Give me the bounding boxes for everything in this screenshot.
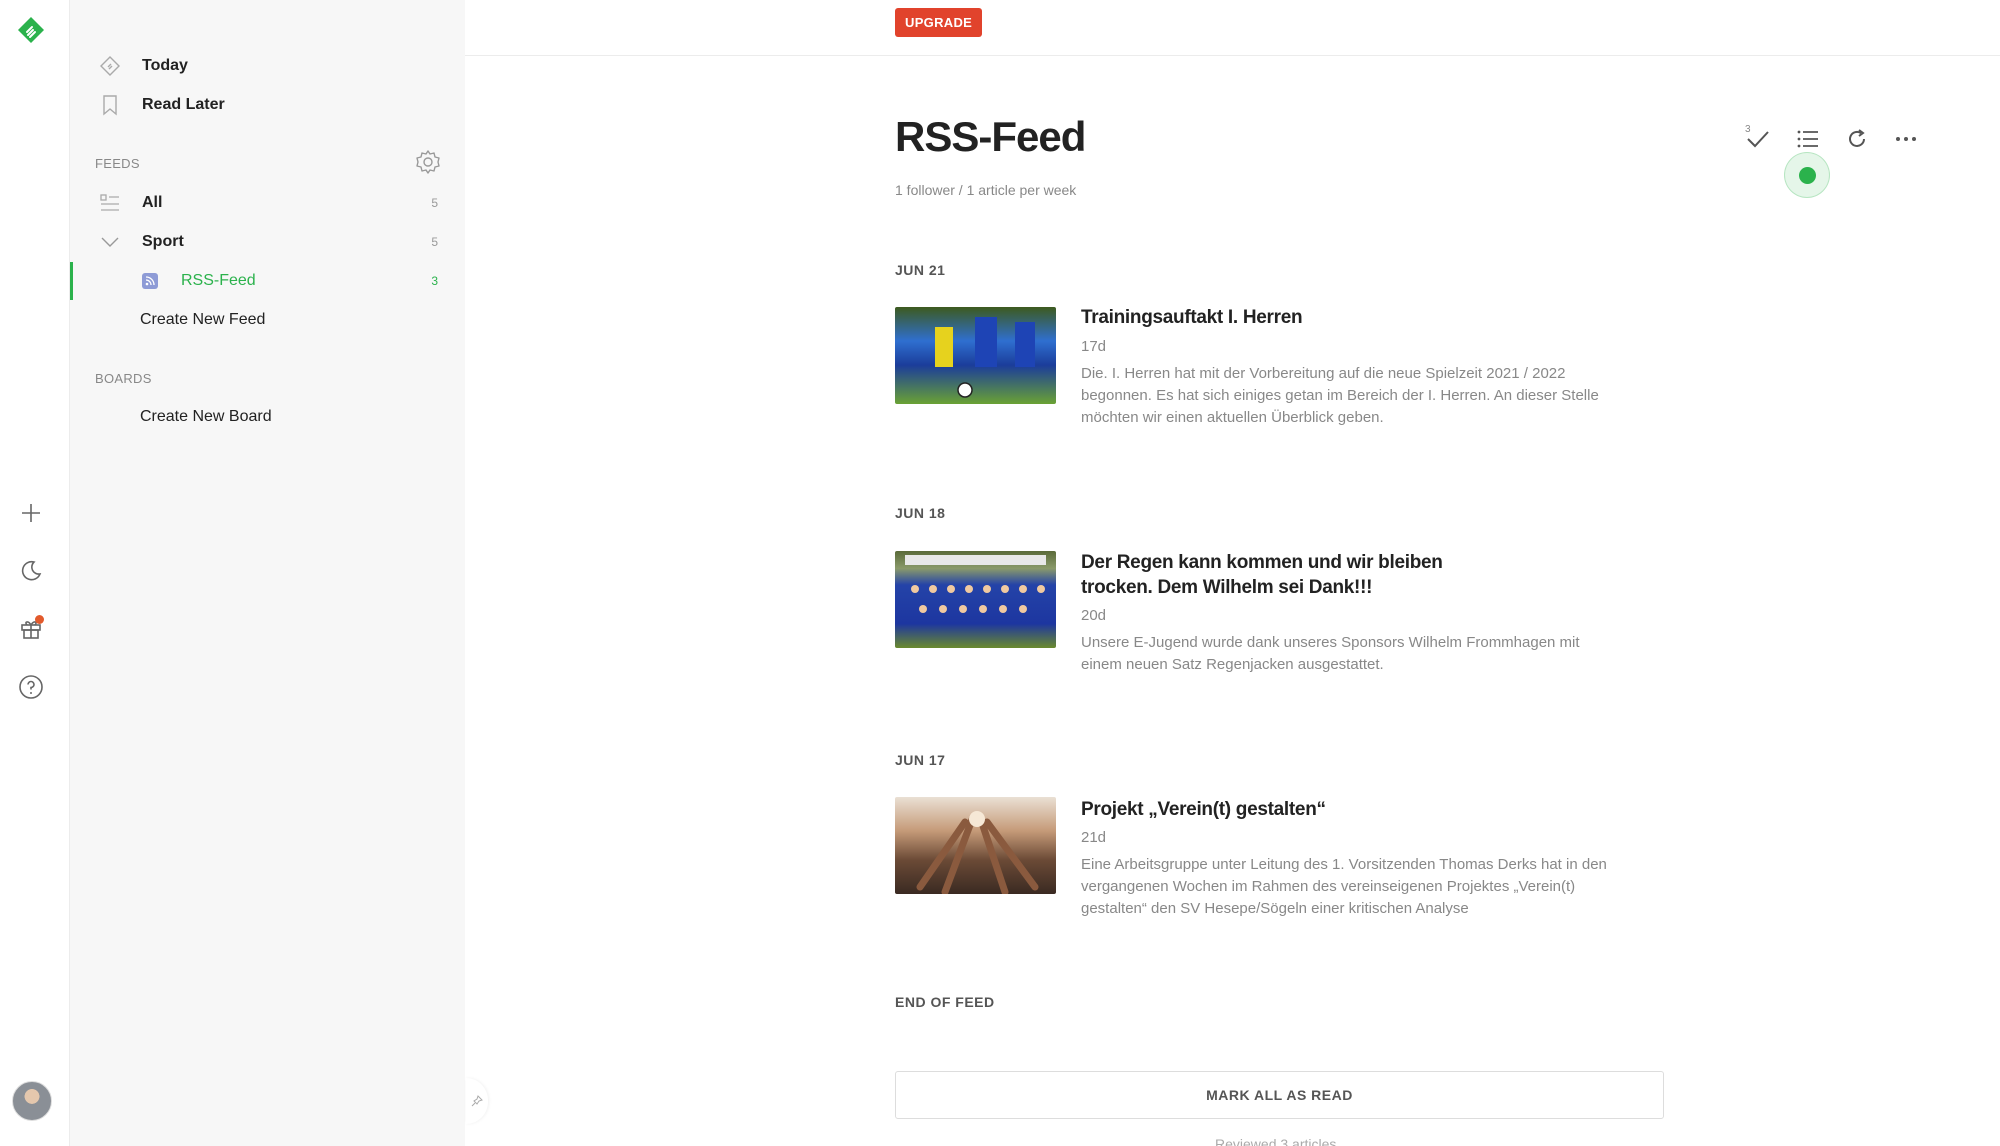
create-new-board-link[interactable]: Create New Board xyxy=(140,408,272,426)
article-summary: Die. I. Herren hat mit der Vorbereitung … xyxy=(1081,365,1599,426)
today-icon xyxy=(96,52,124,80)
moon-icon[interactable] xyxy=(15,555,47,587)
upgrade-button[interactable]: UPGRADE xyxy=(895,8,983,37)
date-heading: JUN 21 xyxy=(895,262,946,278)
unread-count: 3 xyxy=(431,274,438,288)
unread-count: 5 xyxy=(431,196,438,210)
user-avatar[interactable] xyxy=(12,1081,52,1121)
notification-dot xyxy=(35,615,44,624)
article-summary: Eine Arbeitsgruppe unter Leitung des 1. … xyxy=(1081,856,1607,917)
gear-icon[interactable] xyxy=(415,149,441,175)
plus-icon[interactable] xyxy=(15,497,47,529)
bookmark-icon xyxy=(96,91,124,119)
list-view-icon[interactable] xyxy=(1793,124,1823,154)
article-thumbnail[interactable] xyxy=(895,797,1056,894)
chevron-down-icon[interactable] xyxy=(96,228,124,256)
refresh-icon[interactable] xyxy=(1842,124,1872,154)
article-age: 20d xyxy=(1081,607,1107,624)
article-title[interactable]: Der Regen kann kommen und wir bleiben tr… xyxy=(1081,550,1501,600)
feeds-section-label: FEEDS xyxy=(95,156,140,171)
gift-icon[interactable] xyxy=(15,613,47,645)
icon-rail xyxy=(0,0,70,1146)
more-options-icon[interactable] xyxy=(1891,124,1921,154)
date-heading: JUN 17 xyxy=(895,752,946,768)
feedly-logo-icon[interactable] xyxy=(15,14,47,46)
create-new-feed-link[interactable]: Create New Feed xyxy=(140,311,265,329)
pin-sidebar-icon[interactable] xyxy=(466,1078,488,1124)
article-age: 17d xyxy=(1081,338,1107,355)
sidebar-item-label: Sport xyxy=(142,233,184,250)
sidebar-item-all[interactable]: All 5 xyxy=(70,185,465,221)
unread-count: 5 xyxy=(431,235,438,249)
boards-section-label: BOARDS xyxy=(95,371,152,386)
end-of-feed-label: END OF FEED xyxy=(895,994,995,1010)
reviewed-count: Reviewed 3 articles xyxy=(1215,1136,1337,1146)
article-title[interactable]: Projekt „Verein(t) gestalten“ xyxy=(1081,797,1501,822)
page-title: RSS-Feed xyxy=(895,113,1086,160)
article-thumbnail[interactable] xyxy=(895,551,1056,648)
sidebar-item-label: Today xyxy=(142,57,188,74)
sidebar: Today Read Later FEEDS All 5 Sport 5 RSS… xyxy=(70,0,465,1146)
feed-stats: 1 follower / 1 article per week xyxy=(895,182,1077,198)
article-thumbnail[interactable] xyxy=(895,307,1056,404)
sidebar-item-today[interactable]: Today xyxy=(70,48,465,84)
article-age: 21d xyxy=(1081,829,1107,846)
checkmark-icon[interactable] xyxy=(1743,124,1773,154)
sidebar-item-read-later[interactable]: Read Later xyxy=(70,87,465,123)
list-icon xyxy=(96,189,124,217)
rss-icon xyxy=(142,273,158,289)
sidebar-item-sport[interactable]: Sport 5 xyxy=(70,224,465,260)
sidebar-item-label: All xyxy=(142,194,163,211)
mark-all-as-read-button[interactable]: MARK ALL AS READ xyxy=(895,1071,1664,1119)
article-title[interactable]: Trainingsauftakt I. Herren xyxy=(1081,305,1501,330)
top-bar: UPGRADE xyxy=(465,0,2000,56)
date-heading: JUN 18 xyxy=(895,505,946,521)
sidebar-item-label: Read Later xyxy=(142,96,225,113)
status-indicator[interactable] xyxy=(1784,152,1830,198)
sidebar-item-label: RSS-Feed xyxy=(181,272,256,289)
article-summary: Unsere E-Jugend wurde dank unseres Spons… xyxy=(1081,634,1580,673)
sidebar-item-rss-feed[interactable]: RSS-Feed 3 xyxy=(70,263,465,299)
help-icon[interactable] xyxy=(15,671,47,703)
